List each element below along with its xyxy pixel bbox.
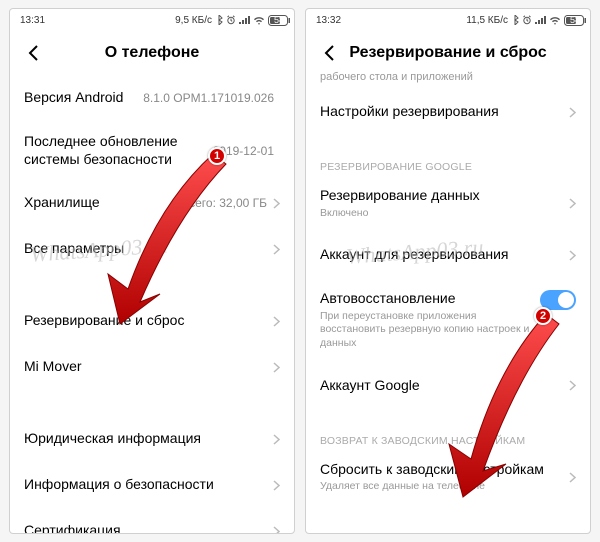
chevron-right-icon xyxy=(273,244,280,255)
chevron-right-icon xyxy=(569,472,576,483)
header: О телефоне xyxy=(10,31,294,75)
row-label: Автовосстановление xyxy=(320,290,540,308)
status-right: 9,5 КБ/с 58 xyxy=(175,15,284,26)
page-title: О телефоне xyxy=(44,44,260,62)
phone-right: 13:32 11,5 КБ/с 58 Резервирование и сбро… xyxy=(305,8,591,534)
row-sublabel: При переустановке приложения восстановит… xyxy=(320,310,540,351)
chevron-right-icon xyxy=(569,198,576,209)
status-bar: 13:32 11,5 КБ/с 58 xyxy=(306,9,590,31)
content: Версия Android 8.1.0 OPM1.171019.026 Пос… xyxy=(10,75,294,533)
bluetooth-icon xyxy=(511,15,519,25)
section-reset: ВОЗВРАТ К ЗАВОДСКИМ НАСТРОЙКАМ xyxy=(306,427,590,449)
status-time: 13:32 xyxy=(316,15,341,26)
chevron-right-icon xyxy=(273,434,280,445)
row-google-account[interactable]: Аккаунт Google xyxy=(306,363,590,409)
chevron-right-icon xyxy=(273,480,280,491)
row-security-update[interactable]: Последнее обновление системы безопасност… xyxy=(10,121,294,180)
content: Настройки резервирования РЕЗЕРВИРОВАНИЕ … xyxy=(306,89,590,533)
row-label: Резервирование данных xyxy=(320,187,569,205)
chevron-right-icon xyxy=(273,362,280,373)
wifi-icon xyxy=(549,16,561,25)
row-legal[interactable]: Юридическая информация xyxy=(10,416,294,462)
row-certification[interactable]: Сертификация xyxy=(10,508,294,533)
row-backup-data[interactable]: Резервирование данных Включено xyxy=(306,175,590,232)
row-label: Mi Mover xyxy=(24,358,273,376)
row-label: Аккаунт Google xyxy=(320,377,569,395)
row-label: Сертификация xyxy=(24,522,273,533)
row-value: 8.1.0 OPM1.171019.026 xyxy=(143,91,274,105)
row-label: Резервирование и сброс xyxy=(24,312,273,330)
chevron-right-icon xyxy=(273,316,280,327)
chevron-right-icon xyxy=(273,526,280,534)
phone-left: 13:31 9,5 КБ/с 58 О телефоне Версия Andr… xyxy=(9,8,295,534)
row-value: 2019-12-01 xyxy=(213,144,274,158)
back-button[interactable] xyxy=(318,42,340,64)
row-label: Юридическая информация xyxy=(24,430,273,448)
status-bar: 13:31 9,5 КБ/с 58 xyxy=(10,9,294,31)
row-sublabel: Включено xyxy=(320,207,569,221)
status-batt: 58 xyxy=(570,15,580,25)
row-label: Хранилище xyxy=(24,194,181,212)
row-factory-reset[interactable]: Сбросить к заводским настройкам Удаляет … xyxy=(306,449,590,506)
status-batt: 58 xyxy=(274,15,284,25)
row-label: Версия Android xyxy=(24,89,143,107)
alarm-icon xyxy=(226,15,236,25)
row-label: Аккаунт для резервирования xyxy=(320,246,569,264)
status-net: 9,5 КБ/с xyxy=(175,15,212,26)
header: Резервирование и сброс xyxy=(306,31,590,75)
chevron-left-icon xyxy=(28,45,39,61)
alarm-icon xyxy=(522,15,532,25)
row-value: Всего: 32,00 ГБ xyxy=(181,196,267,210)
chevron-right-icon xyxy=(569,380,576,391)
chevron-right-icon xyxy=(569,107,576,118)
row-backup-settings[interactable]: Настройки резервирования xyxy=(306,89,590,135)
row-label: Информация о безопасности xyxy=(24,476,273,494)
status-time: 13:31 xyxy=(20,15,45,26)
section-google: РЕЗЕРВИРОВАНИЕ GOOGLE xyxy=(306,153,590,175)
chevron-right-icon xyxy=(569,250,576,261)
row-storage[interactable]: Хранилище Всего: 32,00 ГБ xyxy=(10,180,294,226)
row-backup-reset[interactable]: Резервирование и сброс xyxy=(10,298,294,344)
row-android-version[interactable]: Версия Android 8.1.0 OPM1.171019.026 xyxy=(10,75,294,121)
row-auto-restore[interactable]: Автовосстановление При переустановке при… xyxy=(306,278,590,362)
status-right: 11,5 КБ/с 58 xyxy=(466,15,580,26)
row-backup-account[interactable]: Аккаунт для резервирования xyxy=(306,232,590,278)
row-all-params[interactable]: Все параметры xyxy=(10,226,294,272)
page-title: Резервирование и сброс xyxy=(340,44,556,62)
status-net: 11,5 КБ/с xyxy=(466,15,508,26)
chevron-right-icon xyxy=(273,198,280,209)
signal-icon xyxy=(535,16,546,25)
row-mi-mover[interactable]: Mi Mover xyxy=(10,344,294,390)
chevron-left-icon xyxy=(324,45,335,61)
row-sublabel: Удаляет все данные на телефоне xyxy=(320,480,569,494)
wifi-icon xyxy=(253,16,265,25)
bluetooth-icon xyxy=(215,15,223,25)
row-label: Последнее обновление системы безопасност… xyxy=(24,133,213,168)
row-security-info[interactable]: Информация о безопасности xyxy=(10,462,294,508)
back-button[interactable] xyxy=(22,42,44,64)
signal-icon xyxy=(239,16,250,25)
row-label: Сбросить к заводским настройкам xyxy=(320,461,569,479)
row-label: Все параметры xyxy=(24,240,273,258)
row-label: Настройки резервирования xyxy=(320,103,569,121)
toggle-auto-restore[interactable] xyxy=(540,290,576,310)
